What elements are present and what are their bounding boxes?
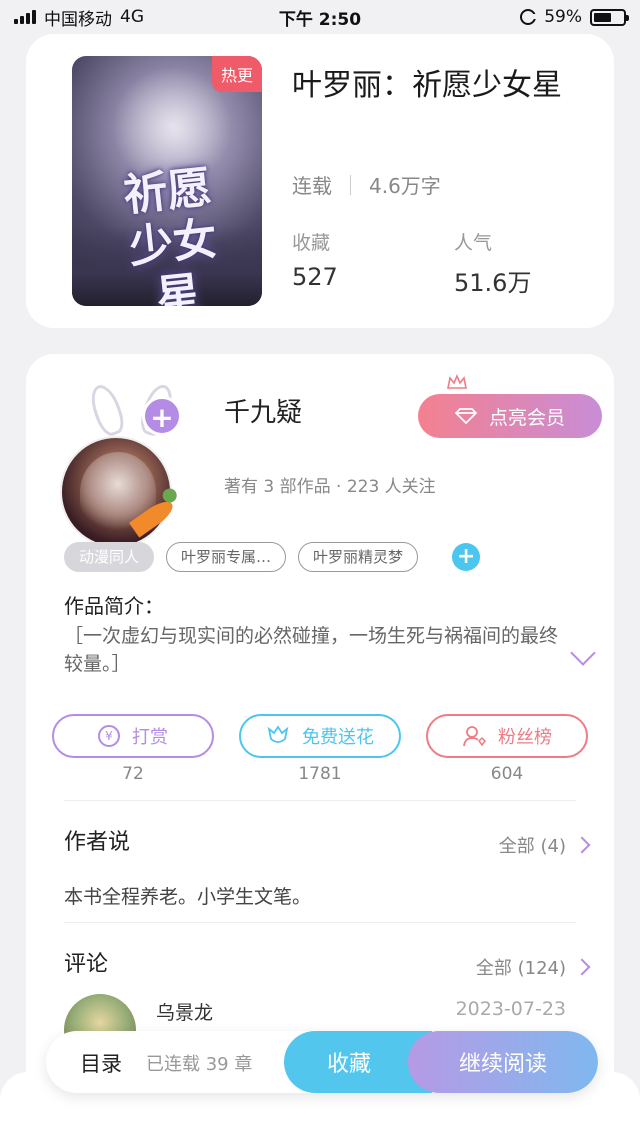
flower-count: 1781	[298, 764, 342, 784]
cover-title-art: 祈愿少女星	[121, 161, 220, 306]
book-title: 叶罗丽：祈愿少女星	[292, 68, 562, 103]
comment-username[interactable]: 乌景龙	[156, 998, 213, 1025]
tip-label: 打赏	[132, 727, 168, 748]
expand-intro-chevron-icon[interactable]	[570, 640, 596, 666]
meta-divider	[350, 174, 351, 195]
add-to-shelf-label: 收藏	[326, 1052, 371, 1077]
comments-title: 评论	[64, 952, 109, 977]
tip-button[interactable]: ¥ 打赏	[52, 714, 214, 758]
chapter-status: 已连载 39 章	[146, 1054, 253, 1075]
battery-icon	[590, 8, 629, 26]
author-say-content: 本书全程养老。小学生文笔。	[64, 886, 312, 908]
crown-icon	[447, 374, 467, 389]
bottom-action-bar: 目录 已连载 39 章 收藏 继续阅读	[46, 1031, 598, 1093]
book-cover[interactable]: 祈愿少女星 热更	[72, 56, 262, 306]
chevron-right-icon	[573, 836, 591, 854]
section-divider	[64, 800, 576, 801]
follow-author-button[interactable]: +	[142, 396, 182, 436]
vip-button-label: 点亮会员	[488, 406, 565, 429]
battery-percent: 59%	[544, 7, 582, 27]
serial-status: 连载	[292, 174, 332, 198]
fan-ranking-button[interactable]: 粉丝榜	[426, 714, 588, 758]
tip-count: 72	[122, 764, 144, 784]
network-type: 4G	[120, 7, 144, 27]
comment-date: 2023-07-23	[455, 998, 566, 1020]
author-say-more-label: 全部 (4)	[498, 836, 566, 857]
author-say-more-link[interactable]: 全部 (4)	[498, 832, 591, 858]
rotation-lock-icon	[520, 9, 538, 25]
hot-update-badge: 热更	[211, 56, 262, 92]
continue-reading-label: 继续阅读	[458, 1052, 547, 1077]
stat-popularity: 人气 51.6万	[454, 228, 531, 298]
author-name[interactable]: 千九疑	[224, 392, 302, 429]
book-info-card: 祈愿少女星 热更 叶罗丽：祈愿少女星 连载 4.6万字 收藏 527 人气 51…	[26, 34, 614, 328]
send-flower-label: 免费送花	[302, 727, 374, 748]
comments-more-link[interactable]: 全部 (124)	[475, 954, 591, 980]
intro-label: 作品简介：	[64, 594, 164, 618]
avatar[interactable]	[60, 436, 172, 548]
tag-chip[interactable]: 叶罗丽专属…	[166, 542, 287, 572]
status-bar: 中国移动 4G 下午 2:50 59%	[0, 0, 640, 34]
carrier-name: 中国移动	[44, 9, 112, 30]
stat-favorites: 收藏 527	[292, 228, 338, 291]
send-flower-button[interactable]: 免费送花	[239, 714, 401, 758]
fan-count: 604	[490, 764, 524, 784]
stat-label: 收藏	[292, 232, 331, 254]
stat-label: 人气	[454, 232, 493, 254]
toc-button[interactable]: 目录	[80, 1048, 122, 1078]
tag-chip[interactable]: 叶罗丽精灵梦	[298, 542, 419, 572]
chevron-right-icon	[573, 958, 591, 976]
add-tag-button[interactable]: +	[452, 543, 481, 571]
yen-icon: ¥	[98, 725, 120, 747]
author-summary: 著有 3 部作品 · 223 人关注	[224, 477, 436, 497]
diamond-icon	[454, 408, 477, 424]
tag-list: 动漫同人 叶罗丽专属… 叶罗丽精灵梦 +	[64, 542, 481, 572]
comments-more-label: 全部 (124)	[475, 958, 566, 979]
fan-icon	[463, 726, 486, 747]
tag-chip[interactable]: 动漫同人	[64, 542, 155, 572]
book-meta: 连载 4.6万字	[292, 170, 441, 199]
stat-value: 51.6万	[454, 269, 532, 297]
section-divider	[64, 922, 576, 923]
intro-text: ［一次虚幻与现实间的必然碰撞，一场生死与祸福间的最终较量。］	[64, 625, 559, 675]
signal-icon	[14, 10, 36, 24]
flower-icon	[267, 725, 289, 743]
book-detail-card: + 千九疑 著有 3 部作品 · 223 人关注 点亮会员 动漫同人 叶罗丽专属…	[26, 354, 614, 1139]
continue-reading-button[interactable]: 继续阅读	[408, 1031, 598, 1093]
fan-ranking-label: 粉丝榜	[498, 727, 552, 748]
activate-vip-button[interactable]: 点亮会员	[418, 394, 602, 438]
author-say-title: 作者说	[64, 830, 131, 855]
word-count: 4.6万字	[369, 174, 441, 198]
stat-value: 527	[292, 263, 338, 291]
